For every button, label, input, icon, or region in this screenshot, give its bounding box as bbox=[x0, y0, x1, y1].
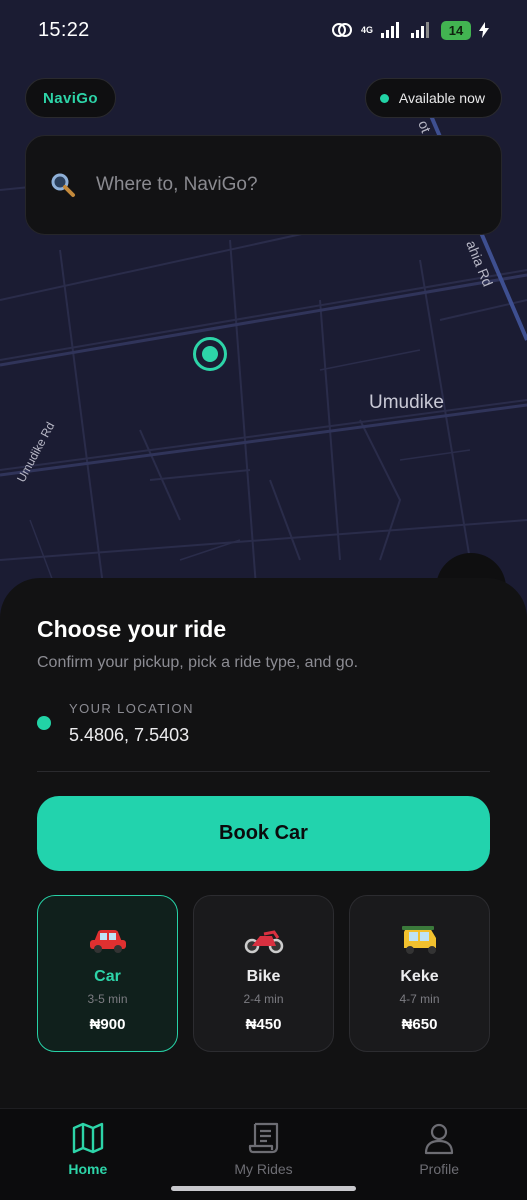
nav-item-home[interactable]: Home bbox=[0, 1109, 176, 1200]
ride-price: ₦650 bbox=[401, 1016, 438, 1033]
ride-name: Car bbox=[94, 968, 121, 985]
receipt-icon bbox=[248, 1122, 278, 1154]
current-location-pin-icon bbox=[193, 337, 227, 371]
nav-item-profile[interactable]: Profile bbox=[351, 1109, 527, 1200]
location-label: YOUR LOCATION bbox=[69, 701, 194, 716]
status-bar: 15:22 4G 14 bbox=[0, 0, 527, 60]
location-dot-icon bbox=[37, 716, 51, 730]
home-indicator[interactable] bbox=[171, 1186, 356, 1191]
availability-dot-icon bbox=[379, 93, 389, 103]
brand-badge: NaviGo bbox=[25, 78, 116, 118]
nav-label-home: Home bbox=[68, 1161, 108, 1177]
ride-name: Keke bbox=[400, 968, 439, 985]
ride-option-bike[interactable]: Bike 2-4 min ₦450 bbox=[193, 895, 334, 1052]
motorcycle-icon bbox=[244, 924, 284, 956]
link-icon bbox=[331, 23, 352, 37]
ride-eta: 3-5 min bbox=[87, 992, 128, 1006]
status-time: 15:22 bbox=[38, 18, 90, 41]
ride-price: ₦900 bbox=[89, 1016, 126, 1033]
battery-icon: 14 bbox=[441, 20, 471, 40]
availability-badge: Available now bbox=[364, 78, 502, 118]
divider bbox=[37, 771, 490, 772]
search-input[interactable]: Where to, NaviGo? bbox=[96, 174, 258, 196]
charging-icon bbox=[479, 22, 489, 38]
nav-label-profile: Profile bbox=[419, 1161, 460, 1177]
signal-icon-2 bbox=[411, 22, 429, 38]
sheet-subtitle: Confirm your pickup, pick a ride type, a… bbox=[37, 654, 359, 671]
pin-center bbox=[202, 346, 218, 362]
ride-option-car[interactable]: Car 3-5 min ₦900 bbox=[37, 895, 178, 1052]
status-icons: 4G 14 bbox=[331, 20, 489, 40]
auto-rickshaw-icon bbox=[400, 924, 440, 956]
car-icon bbox=[88, 924, 128, 956]
ride-option-keke[interactable]: Keke 4-7 min ₦650 bbox=[349, 895, 490, 1052]
ride-name: Bike bbox=[246, 968, 281, 985]
user-icon bbox=[425, 1123, 454, 1155]
ride-price: ₦450 bbox=[245, 1016, 282, 1033]
location-value: 5.4806, 7.5403 bbox=[69, 725, 190, 745]
map-place-label: Umudike bbox=[369, 392, 444, 413]
search-icon bbox=[51, 173, 75, 197]
ride-eta: 2-4 min bbox=[243, 992, 284, 1006]
map-icon bbox=[72, 1122, 104, 1154]
availability-text: Available now bbox=[398, 90, 485, 106]
signal-icon bbox=[381, 22, 399, 38]
network-type: 4G bbox=[360, 25, 373, 35]
book-ride-button[interactable]: Book Car bbox=[37, 796, 490, 871]
sheet-title: Choose your ride bbox=[37, 616, 227, 642]
ride-options: Car 3-5 min ₦900 Bike 2-4 min ₦450 Keke … bbox=[37, 895, 490, 1052]
ride-sheet: Choose your ride Confirm your pickup, pi… bbox=[0, 578, 527, 1118]
ride-eta: 4-7 min bbox=[399, 992, 440, 1006]
nav-label-my-rides: My Rides bbox=[234, 1161, 293, 1177]
search-bar[interactable]: Where to, NaviGo? bbox=[25, 135, 502, 235]
